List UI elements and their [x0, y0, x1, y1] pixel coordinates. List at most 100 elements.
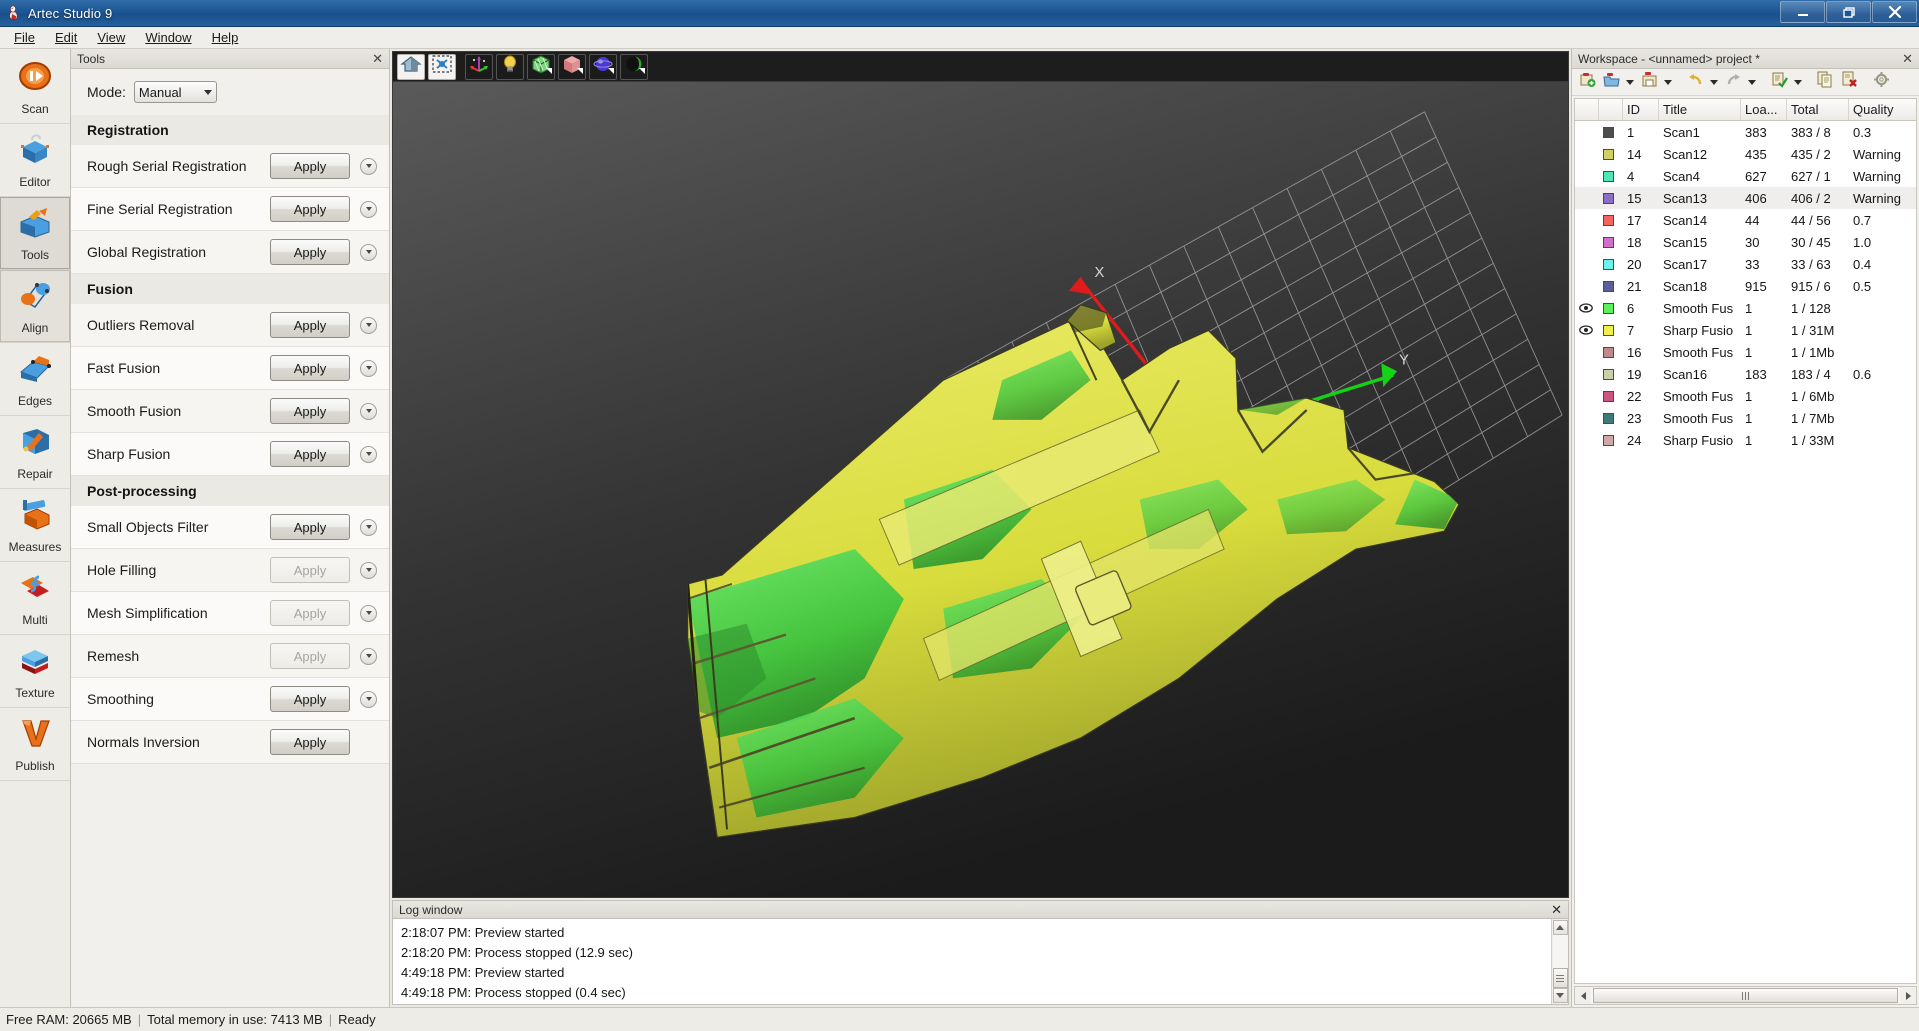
scan-color-swatch[interactable]	[1599, 192, 1623, 204]
options-chevron-global-registration[interactable]	[360, 243, 377, 261]
scan-color-swatch[interactable]	[1599, 170, 1623, 182]
redo-dropdown[interactable]	[1746, 71, 1758, 93]
apply-button-smoothing[interactable]: Apply	[270, 686, 350, 712]
rail-item-repair[interactable]: Repair	[0, 416, 70, 489]
table-row[interactable]: 19 Scan16 183 183 / 4 0.6	[1575, 363, 1916, 385]
table-row[interactable]: 22 Smooth Fus 1 1 / 6Mb	[1575, 385, 1916, 407]
options-chevron-hole-filling[interactable]	[360, 561, 377, 579]
column-quality[interactable]: Quality	[1849, 99, 1916, 120]
viewport-3d[interactable]: X Y Z	[392, 82, 1569, 898]
settings-gear-button[interactable]	[1870, 71, 1892, 93]
column-id[interactable]: ID	[1623, 99, 1659, 120]
axes-toggle-button[interactable]	[465, 53, 493, 80]
workspace-panel-close-icon[interactable]: ✕	[1902, 52, 1913, 65]
options-chevron-smooth-fusion[interactable]	[360, 402, 377, 420]
open-project-button[interactable]	[1600, 71, 1622, 93]
apply-selection-button[interactable]	[1768, 71, 1790, 93]
duplicate-button[interactable]	[1814, 71, 1836, 93]
scroll-right-icon[interactable]	[1900, 987, 1916, 1004]
menu-file[interactable]: File	[4, 28, 45, 47]
redo-button[interactable]	[1722, 71, 1744, 93]
rail-item-editor[interactable]: Editor	[0, 124, 70, 197]
log-scroll-track[interactable]	[1552, 935, 1568, 968]
sphere-shading-button[interactable]	[589, 53, 617, 80]
scan-color-swatch[interactable]	[1599, 346, 1623, 358]
apply-button-smooth-fusion[interactable]: Apply	[270, 398, 350, 424]
delete-scan-button[interactable]	[1838, 71, 1860, 93]
rail-item-tools[interactable]: Tools	[0, 197, 70, 270]
scan-color-swatch[interactable]	[1599, 434, 1623, 446]
rail-item-publish[interactable]: Publish	[0, 708, 70, 781]
wireframe-button[interactable]	[527, 53, 555, 80]
table-row[interactable]: 17 Scan14 44 44 / 56 0.7	[1575, 209, 1916, 231]
mode-select[interactable]: Manual	[133, 81, 217, 103]
texture-shading-button[interactable]	[620, 53, 648, 80]
scan-color-swatch[interactable]	[1599, 214, 1623, 226]
column-title[interactable]: Title	[1659, 99, 1741, 120]
undo-dropdown[interactable]	[1708, 71, 1720, 93]
save-project-dropdown[interactable]	[1662, 71, 1674, 93]
lighting-button[interactable]	[496, 53, 524, 80]
minimize-button[interactable]	[1780, 1, 1825, 23]
rail-item-measures[interactable]: Measures	[0, 489, 70, 562]
table-row[interactable]: 15 Scan13 406 406 / 2 Warning	[1575, 187, 1916, 209]
apply-button-fast-fusion[interactable]: Apply	[270, 355, 350, 381]
rail-item-align[interactable]: Align	[0, 270, 70, 343]
apply-button-fine-serial-registration[interactable]: Apply	[270, 196, 350, 222]
fit-to-view-button[interactable]	[428, 53, 456, 80]
rail-item-multi[interactable]: Multi	[0, 562, 70, 635]
rail-item-texture[interactable]: Texture	[0, 635, 70, 708]
apply-button-outliers-removal[interactable]: Apply	[270, 312, 350, 338]
rail-item-scan[interactable]: Scan	[0, 51, 70, 124]
scroll-left-icon[interactable]	[1575, 987, 1591, 1004]
rail-item-edges[interactable]: Edges	[0, 343, 70, 416]
scroll-down-icon[interactable]	[1552, 988, 1568, 1003]
log-vertical-scrollbar[interactable]	[1551, 919, 1568, 1004]
apply-button-normals-inversion[interactable]: Apply	[270, 729, 350, 755]
solid-box-button[interactable]	[558, 53, 586, 80]
scan-color-swatch[interactable]	[1599, 236, 1623, 248]
options-chevron-remesh[interactable]	[360, 647, 377, 665]
workspace-hscroll-thumb[interactable]	[1593, 988, 1898, 1003]
options-chevron-rough-serial-registration[interactable]	[360, 157, 377, 175]
undo-button[interactable]	[1684, 71, 1706, 93]
restore-button[interactable]	[1826, 1, 1871, 23]
options-chevron-mesh-simplification[interactable]	[360, 604, 377, 622]
scan-color-swatch[interactable]	[1599, 126, 1623, 138]
visibility-toggle[interactable]	[1575, 303, 1599, 313]
home-view-button[interactable]	[397, 53, 425, 80]
options-chevron-smoothing[interactable]	[360, 690, 377, 708]
column-total[interactable]: Total	[1787, 99, 1849, 120]
scan-color-swatch[interactable]	[1599, 280, 1623, 292]
options-chevron-fine-serial-registration[interactable]	[360, 200, 377, 218]
menu-window[interactable]: Window	[135, 28, 201, 47]
column-loaded[interactable]: Loa...	[1741, 99, 1787, 120]
table-row[interactable]: 1 Scan1 383 383 / 8 0.3	[1575, 121, 1916, 143]
table-row[interactable]: 20 Scan17 33 33 / 63 0.4	[1575, 253, 1916, 275]
apply-selection-dropdown[interactable]	[1792, 71, 1804, 93]
new-project-button[interactable]	[1576, 71, 1598, 93]
menu-edit[interactable]: Edit	[45, 28, 87, 47]
close-button[interactable]	[1872, 1, 1917, 23]
scan-color-swatch[interactable]	[1599, 324, 1623, 336]
scan-color-swatch[interactable]	[1599, 302, 1623, 314]
log-scroll-thumb[interactable]	[1552, 968, 1568, 988]
options-chevron-fast-fusion[interactable]	[360, 359, 377, 377]
options-chevron-outliers-removal[interactable]	[360, 316, 377, 334]
table-row[interactable]: 14 Scan12 435 435 / 2 Warning	[1575, 143, 1916, 165]
scan-color-swatch[interactable]	[1599, 390, 1623, 402]
table-row[interactable]: 16 Smooth Fus 1 1 / 1Mb	[1575, 341, 1916, 363]
visibility-toggle[interactable]	[1575, 325, 1599, 335]
log-window-close-icon[interactable]: ✕	[1551, 902, 1562, 918]
scan-color-swatch[interactable]	[1599, 412, 1623, 424]
workspace-hscroll-track[interactable]	[1591, 988, 1900, 1003]
scan-color-swatch[interactable]	[1599, 368, 1623, 380]
open-project-dropdown[interactable]	[1624, 71, 1636, 93]
table-row[interactable]: 18 Scan15 30 30 / 45 1.0	[1575, 231, 1916, 253]
table-row[interactable]: 21 Scan18 915 915 / 6 0.5	[1575, 275, 1916, 297]
menu-help[interactable]: Help	[202, 28, 249, 47]
scroll-up-icon[interactable]	[1552, 920, 1568, 935]
apply-button-rough-serial-registration[interactable]: Apply	[270, 153, 350, 179]
table-row[interactable]: 7 Sharp Fusio 1 1 / 31M	[1575, 319, 1916, 341]
scan-color-swatch[interactable]	[1599, 148, 1623, 160]
